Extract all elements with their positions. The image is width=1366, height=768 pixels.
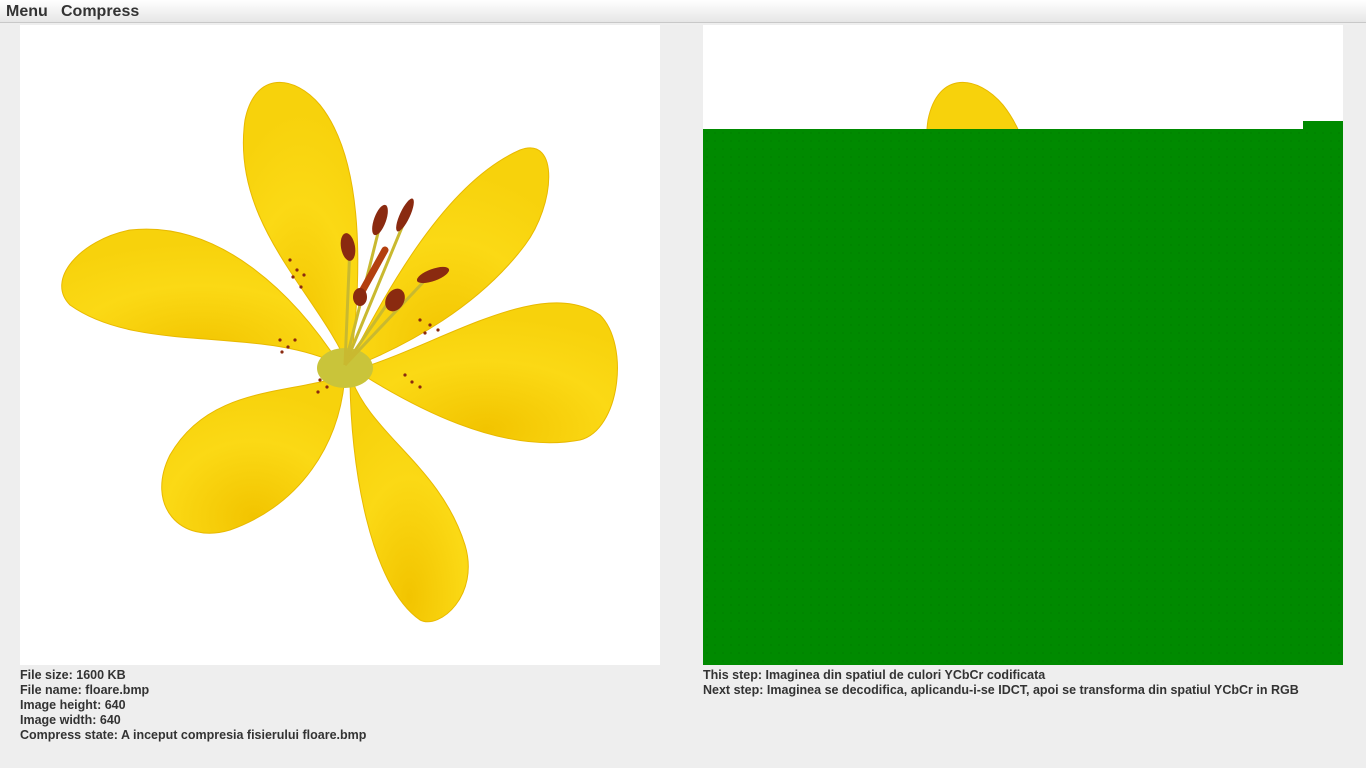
next-step-label: Next step: Imaginea se decodifica, aplic…	[703, 683, 1299, 697]
file-name-label: File name: floare.bmp	[20, 683, 150, 697]
ycbcr-encoded-region	[703, 129, 1343, 665]
image-height-label: Image height: 640	[20, 698, 126, 712]
step-info: This step: Imaginea din spatiul de culor…	[703, 668, 1299, 698]
ycbcr-encoded-block-edge	[1303, 121, 1343, 129]
menu-menu[interactable]: Menu	[6, 2, 48, 21]
original-flower-image	[61, 82, 618, 623]
menu-bar: Menu Compress	[0, 0, 1366, 23]
image-width-label: Image width: 640	[20, 713, 121, 727]
menu-compress[interactable]: Compress	[61, 2, 139, 21]
compress-state-label: Compress state: A inceput compresia fisi…	[20, 728, 367, 742]
original-image-panel	[20, 25, 660, 665]
flower-graphic	[61, 82, 618, 623]
this-step-label: This step: Imaginea din spatiul de culor…	[703, 668, 1046, 682]
processed-image-panel	[703, 25, 1343, 665]
file-size-label: File size: 1600 KB	[20, 668, 126, 682]
file-info: File size: 1600 KB File name: floare.bmp…	[20, 668, 366, 743]
